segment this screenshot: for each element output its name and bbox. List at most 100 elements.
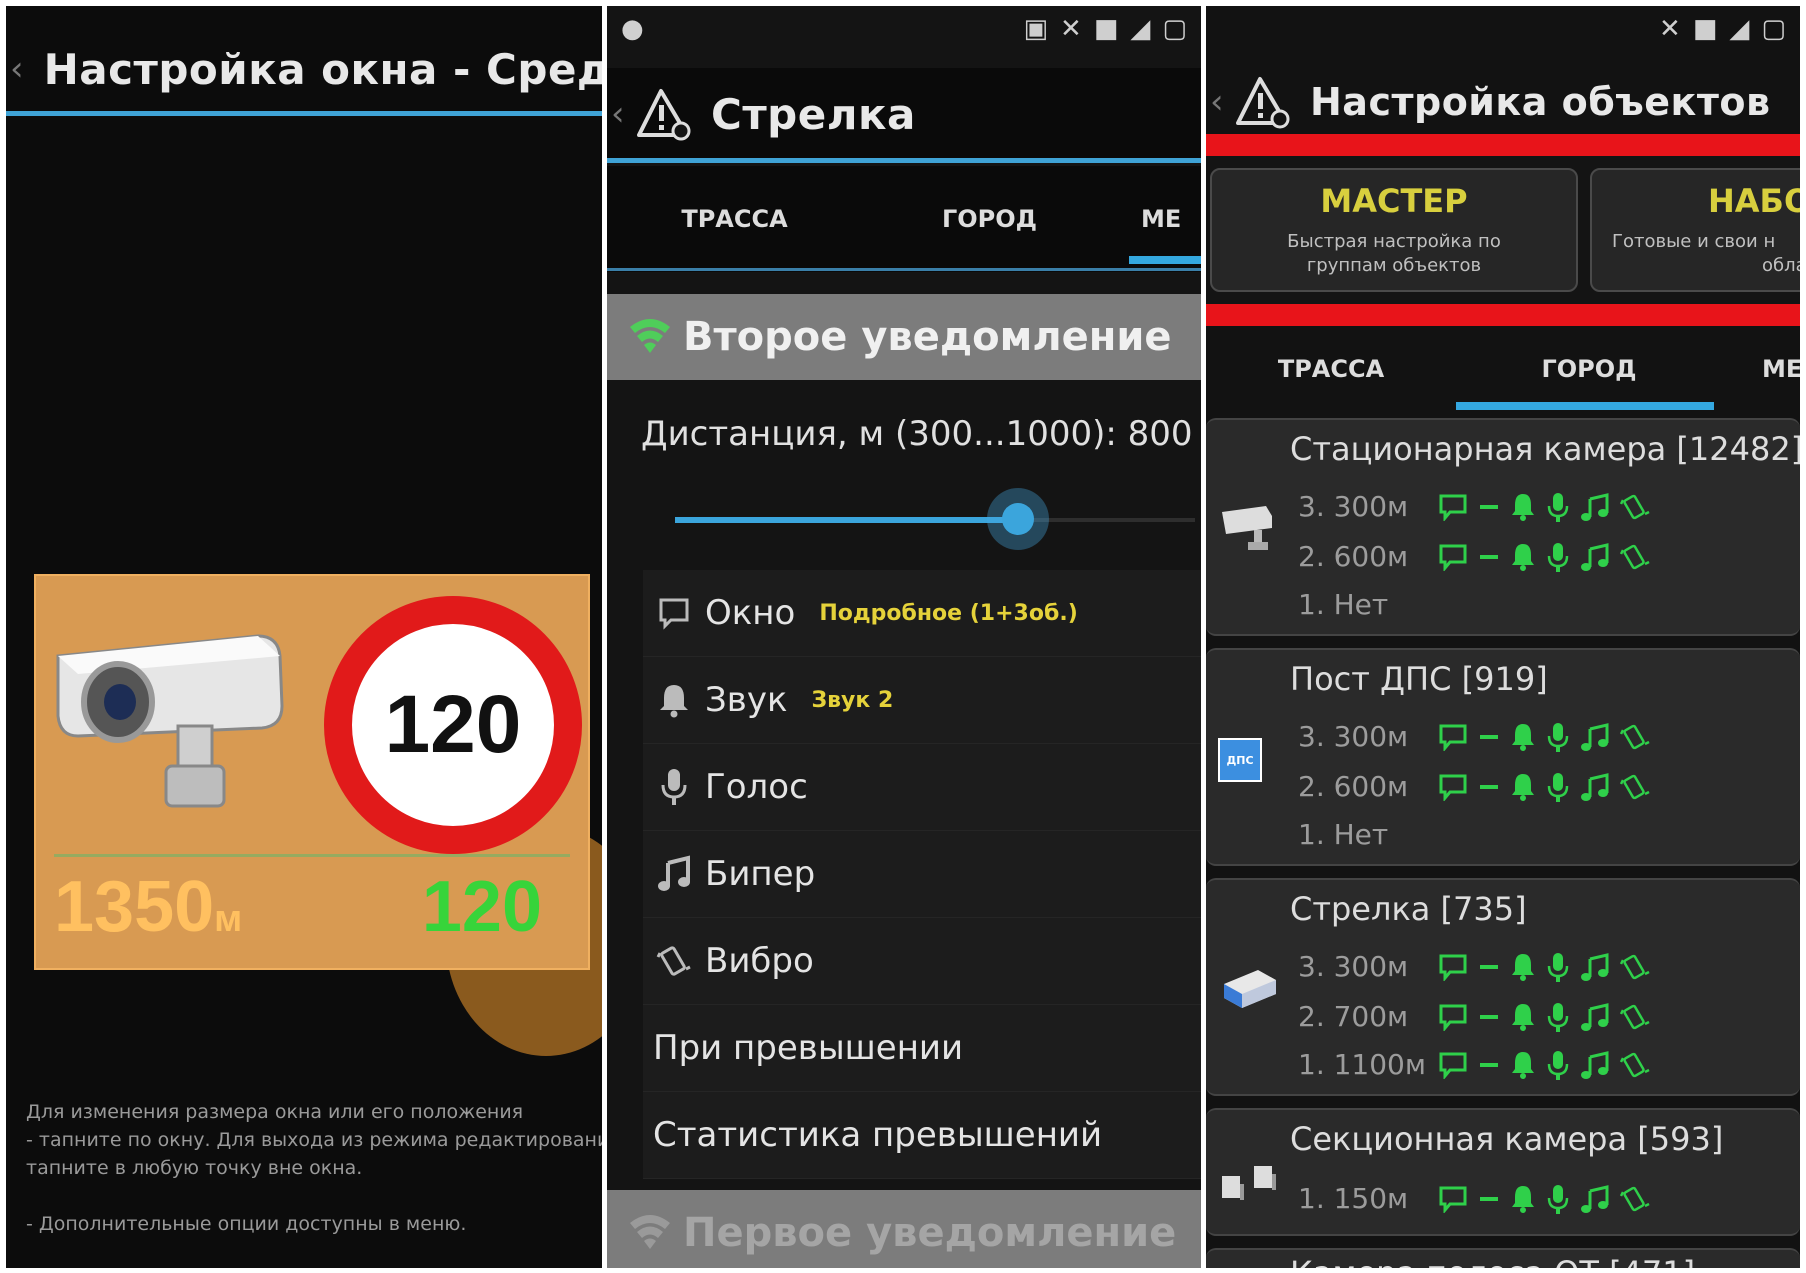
dash-icon — [1478, 782, 1500, 792]
card-subtitle-2: группам объектов — [1306, 255, 1482, 276]
music-note-icon — [1580, 492, 1610, 522]
vibrate-icon — [1620, 772, 1650, 802]
window-icon — [659, 598, 689, 630]
alert-window-preview[interactable]: 120 1350м 120 — [34, 574, 590, 970]
object-card-dps-post[interactable]: Пост ДПС [919] ДПС 3. 300м 2. 600м 1. Не… — [1206, 648, 1800, 866]
row-distance: 1. Нет — [1298, 818, 1389, 851]
bell-icon — [660, 685, 688, 718]
music-note-icon — [1580, 1184, 1610, 1214]
title-divider — [6, 111, 602, 116]
back-chevron-icon[interactable]: ‹ — [611, 94, 629, 134]
window-icon — [1438, 953, 1468, 981]
option-beeper[interactable]: Бипер — [643, 831, 1201, 918]
notification-icons — [1438, 1001, 1650, 1033]
window-icon — [1438, 543, 1468, 571]
second-notification-header[interactable]: Второе уведомление — [607, 294, 1201, 380]
mic-icon — [1546, 541, 1570, 573]
row-distance: 2. 700м — [1298, 1000, 1409, 1033]
mute-icon: ✕ — [1659, 14, 1681, 44]
option-label: Окно — [705, 593, 796, 633]
row-distance: 2. 600м — [1298, 770, 1409, 803]
sim-icon: ■ — [1093, 14, 1119, 44]
music-note-icon — [1580, 1002, 1610, 1032]
object-row[interactable]: 1. 1100м — [1298, 1048, 1650, 1081]
hint-line-1: Для изменения размера окна или его полож… — [26, 1101, 524, 1123]
object-row[interactable]: 1. Нет — [1298, 588, 1438, 621]
distance-slider[interactable] — [675, 488, 1195, 550]
warning-triangle-icon — [637, 89, 691, 141]
object-row[interactable]: 2. 600м — [1298, 540, 1650, 573]
speed-limit-value: 120 — [384, 679, 522, 770]
option-exceed-stats[interactable]: Статистика превышений — [643, 1092, 1201, 1179]
object-row[interactable]: 2. 700м — [1298, 1000, 1650, 1033]
object-card-arrow[interactable]: Стрелка [735] 3. 300м 2. 700м 1. 1100м — [1206, 878, 1800, 1096]
object-title: Камера полоса ОТ [471] — [1290, 1254, 1695, 1268]
camera-icon — [56, 634, 284, 808]
tab-city[interactable]: ГОРОД — [1456, 328, 1722, 410]
window-icon — [1438, 1051, 1468, 1079]
set-card[interactable]: НАБОР Готовые и свои н облака — [1590, 168, 1800, 292]
object-settings-screen: ✕ ■ ◢ ▢ ‹ Настройка объектов МАСТЕР Быст… — [1206, 6, 1800, 1268]
slider-thumb[interactable] — [987, 488, 1050, 550]
object-card-lane-camera[interactable]: Камера полоса ОТ [471] — [1206, 1248, 1800, 1268]
object-row[interactable]: 2. 600м — [1298, 770, 1650, 803]
tab-more[interactable]: МЕ — [1722, 328, 1800, 410]
notification-icons — [1438, 1049, 1650, 1081]
notification-icons — [1438, 951, 1650, 983]
object-row[interactable]: 3. 300м — [1298, 950, 1650, 983]
vibrate-icon — [656, 946, 691, 976]
notification-icons — [1438, 541, 1650, 573]
highlight-band-bottom — [1206, 304, 1800, 326]
action-bar: ‹ Стрелка — [607, 68, 1201, 160]
option-label: Бипер — [705, 854, 816, 894]
music-note-icon — [1580, 1050, 1610, 1080]
row-distance: 3. 300м — [1298, 720, 1409, 753]
object-title: Секционная камера [593] — [1290, 1120, 1724, 1158]
first-notification-header[interactable]: Первое уведомление — [607, 1190, 1201, 1268]
notification-options: Окно Подробное (1+3об.) Звук Звук 2 Голо… — [643, 570, 1201, 1179]
status-bar: ✕ ■ ◢ ▢ — [1206, 6, 1800, 52]
option-on-exceed[interactable]: При превышении — [643, 1005, 1201, 1092]
vibrate-icon — [1620, 952, 1650, 982]
slider-fill — [675, 517, 1019, 523]
master-card[interactable]: МАСТЕР Быстрая настройка по группам объе… — [1210, 168, 1578, 292]
speed-limit-sign: 120 — [324, 596, 582, 854]
dash-icon — [1478, 1060, 1500, 1070]
dash-icon — [1478, 962, 1500, 972]
current-speed: 120 — [421, 867, 542, 947]
bell-icon — [1510, 1184, 1536, 1214]
object-row[interactable]: 3. 300м — [1298, 490, 1650, 523]
dash-icon — [1478, 502, 1500, 512]
section-title: Второе уведомление — [683, 314, 1172, 360]
option-voice[interactable]: Голос — [643, 744, 1201, 831]
back-chevron-icon[interactable]: ‹ — [10, 49, 24, 89]
badge-text: ДПС — [1226, 753, 1254, 767]
card-subtitle-2: облака — [1762, 255, 1800, 276]
arrow-settings-screen: ● ▣ ✕ ■ ◢ ▢ ‹ Стрелка ТРАССА ГОРОД МЕ Вт… — [607, 6, 1201, 1268]
row-distance: 1. Нет — [1298, 588, 1389, 621]
object-row[interactable]: 1. Нет — [1298, 818, 1438, 851]
option-window[interactable]: Окно Подробное (1+3об.) — [643, 570, 1201, 657]
card-title: НАБОР — [1708, 182, 1800, 220]
distance-label: Дистанция, м (300...1000): 800 — [641, 414, 1193, 454]
back-chevron-icon[interactable]: ‹ — [1210, 82, 1228, 122]
card-subtitle-1: Быстрая настройка по — [1287, 231, 1501, 252]
mic-icon — [1546, 951, 1570, 983]
notification-icons — [1438, 771, 1650, 803]
battery-icon: ▢ — [1761, 14, 1786, 44]
tab-highway[interactable]: ТРАССА — [607, 166, 862, 272]
row-distance: 1. 1100м — [1298, 1048, 1426, 1081]
card-subtitle-1: Готовые и свои н — [1612, 231, 1776, 252]
object-row[interactable]: 1. 150м — [1298, 1182, 1650, 1215]
tab-highway[interactable]: ТРАССА — [1206, 328, 1456, 410]
warning-triangle-icon — [1236, 77, 1290, 129]
page-title: Стрелка — [711, 89, 916, 139]
object-row[interactable]: 3. 300м — [1298, 720, 1650, 753]
tab-city[interactable]: ГОРОД — [862, 166, 1117, 272]
mic-icon — [661, 769, 687, 805]
object-card-section-camera[interactable]: Секционная камера [593] 1. 150м — [1206, 1108, 1800, 1236]
object-card-stationary-camera[interactable]: Стационарная камера [12482] 3. 300м 2. 6… — [1206, 418, 1800, 636]
dash-icon — [1478, 1012, 1500, 1022]
option-vibro[interactable]: Вибро — [643, 918, 1201, 1005]
option-sound[interactable]: Звук Звук 2 — [643, 657, 1201, 744]
